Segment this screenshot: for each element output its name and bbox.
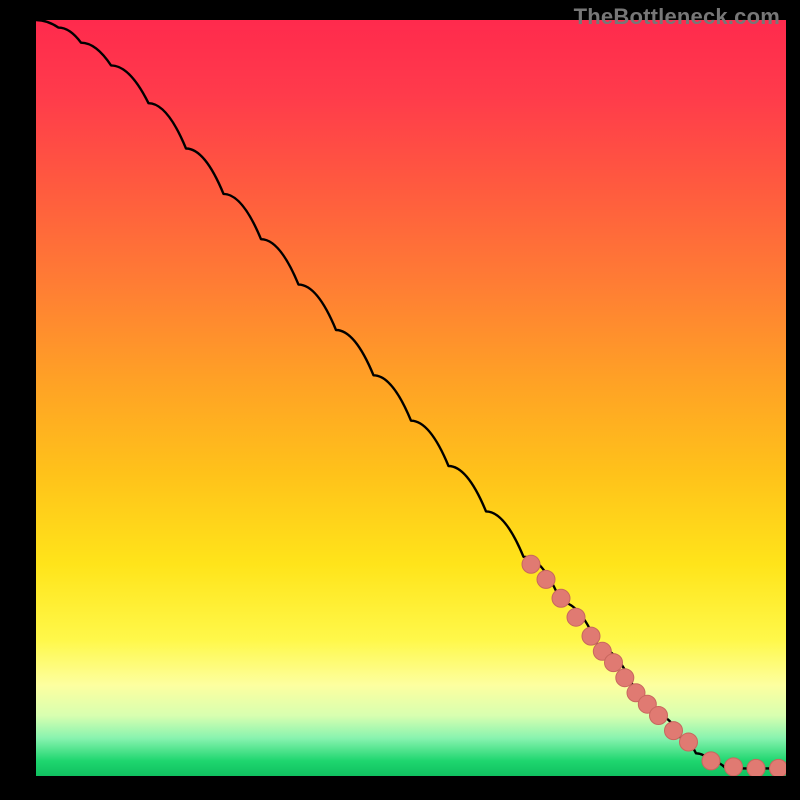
gradient-background — [36, 20, 786, 776]
highlight-dot — [537, 570, 555, 588]
highlight-dot — [567, 608, 585, 626]
highlight-dot — [747, 759, 765, 776]
highlight-dot — [680, 733, 698, 751]
highlight-dot — [665, 722, 683, 740]
highlight-dot — [582, 627, 600, 645]
highlight-dot — [770, 759, 787, 776]
highlight-dot — [725, 758, 743, 776]
watermark-text: TheBottleneck.com — [574, 4, 780, 30]
highlight-dot — [552, 589, 570, 607]
chart-frame — [36, 20, 786, 776]
highlight-dot — [702, 752, 720, 770]
highlight-dot — [650, 707, 668, 725]
highlight-dot — [522, 555, 540, 573]
highlight-dot — [616, 669, 634, 687]
highlight-dot — [605, 654, 623, 672]
bottleneck-chart — [36, 20, 786, 776]
